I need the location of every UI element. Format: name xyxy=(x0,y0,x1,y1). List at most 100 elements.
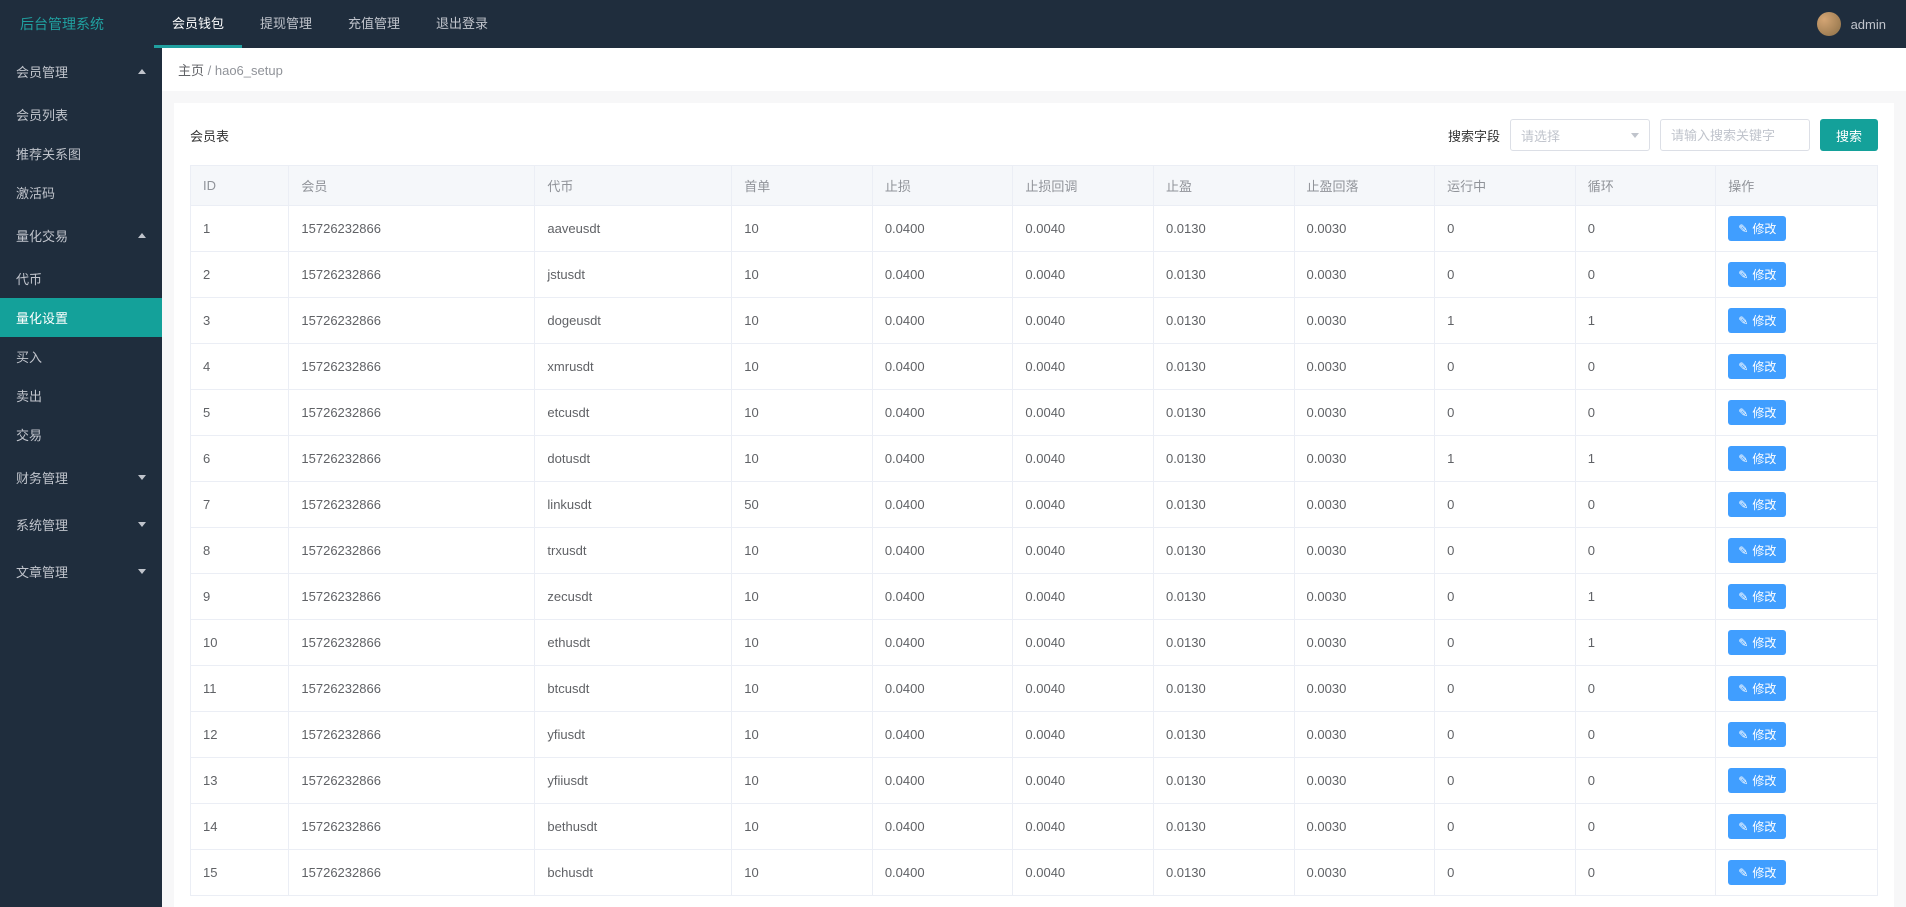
edit-button[interactable]: ✎修改 xyxy=(1728,814,1786,839)
table-row: 715726232866linkusdt500.04000.00400.0130… xyxy=(191,482,1878,528)
cell-profit: 0.0130 xyxy=(1153,850,1294,896)
menu-item-1-0[interactable]: 代币 xyxy=(0,259,162,298)
cell-running: 0 xyxy=(1435,206,1576,252)
topnav-item-3[interactable]: 退出登录 xyxy=(418,0,506,48)
edit-label: 修改 xyxy=(1752,404,1776,421)
edit-label: 修改 xyxy=(1752,864,1776,881)
cell-action: ✎修改 xyxy=(1716,804,1878,850)
edit-button[interactable]: ✎修改 xyxy=(1728,676,1786,701)
search-button[interactable]: 搜索 xyxy=(1820,119,1878,151)
menu-item-1-1[interactable]: 量化设置 xyxy=(0,298,162,337)
col-header-10: 操作 xyxy=(1716,166,1878,206)
cell-first: 10 xyxy=(732,758,873,804)
breadcrumb-home[interactable]: 主页 xyxy=(178,63,204,78)
menu-group-1[interactable]: 量化交易 xyxy=(0,212,162,259)
cell-member: 15726232866 xyxy=(289,344,535,390)
menu-item-1-3[interactable]: 卖出 xyxy=(0,376,162,415)
edit-button[interactable]: ✎修改 xyxy=(1728,768,1786,793)
menu-group-label: 会员管理 xyxy=(16,62,68,81)
cell-stop: 0.0400 xyxy=(872,804,1013,850)
edit-label: 修改 xyxy=(1752,634,1776,651)
search-group: 搜索字段 请选择 搜索 xyxy=(1448,119,1878,151)
cell-stop_cb: 0.0040 xyxy=(1013,206,1154,252)
menu-item-0-0[interactable]: 会员列表 xyxy=(0,95,162,134)
edit-label: 修改 xyxy=(1752,450,1776,467)
edit-label: 修改 xyxy=(1752,680,1776,697)
cell-stop: 0.0400 xyxy=(872,252,1013,298)
edit-button[interactable]: ✎修改 xyxy=(1728,722,1786,747)
cell-id: 8 xyxy=(191,528,289,574)
edit-button[interactable]: ✎ 修改 xyxy=(1728,446,1786,471)
table-row: 415726232866xmrusdt100.04000.00400.01300… xyxy=(191,344,1878,390)
cell-first: 10 xyxy=(732,298,873,344)
topnav: 会员钱包提现管理充值管理退出登录 xyxy=(154,0,506,48)
menu-group-2[interactable]: 财务管理 xyxy=(0,454,162,501)
username[interactable]: admin xyxy=(1851,17,1886,32)
cell-profit: 0.0130 xyxy=(1153,528,1294,574)
cell-running: 0 xyxy=(1435,712,1576,758)
edit-button[interactable]: ✎修改 xyxy=(1728,354,1786,379)
edit-button[interactable]: ✎修改 xyxy=(1728,262,1786,287)
cell-stop_cb: 0.0040 xyxy=(1013,252,1154,298)
cell-action: ✎修改 xyxy=(1716,574,1878,620)
cell-profit_fb: 0.0030 xyxy=(1294,482,1435,528)
cell-profit: 0.0130 xyxy=(1153,390,1294,436)
edit-button[interactable]: ✎修改 xyxy=(1728,492,1786,517)
cell-member: 15726232866 xyxy=(289,620,535,666)
cell-action: ✎修改 xyxy=(1716,712,1878,758)
cell-id: 1 xyxy=(191,206,289,252)
edit-button[interactable]: ✎修改 xyxy=(1728,860,1786,885)
edit-button[interactable]: ✎修改 xyxy=(1728,538,1786,563)
menu-group-label: 量化交易 xyxy=(16,226,68,245)
topnav-item-1[interactable]: 提现管理 xyxy=(242,0,330,48)
chevron-up-icon xyxy=(138,69,146,74)
topnav-item-2[interactable]: 充值管理 xyxy=(330,0,418,48)
cell-token: ethusdt xyxy=(535,620,732,666)
table-row: 215726232866jstusdt100.04000.00400.01300… xyxy=(191,252,1878,298)
cell-profit_fb: 0.0030 xyxy=(1294,344,1435,390)
edit-button[interactable]: ✎修改 xyxy=(1728,584,1786,609)
menu-item-0-2[interactable]: 激活码 xyxy=(0,173,162,212)
cell-token: trxusdt xyxy=(535,528,732,574)
cell-stop: 0.0400 xyxy=(872,574,1013,620)
menu-group-3[interactable]: 系统管理 xyxy=(0,501,162,548)
menu-item-1-2[interactable]: 买入 xyxy=(0,337,162,376)
avatar[interactable] xyxy=(1817,12,1841,36)
search-field-select[interactable]: 请选择 xyxy=(1510,119,1650,151)
edit-button[interactable]: ✎修改 xyxy=(1728,308,1786,333)
cell-id: 10 xyxy=(191,620,289,666)
edit-button[interactable]: ✎修改 xyxy=(1728,216,1786,241)
search-input[interactable] xyxy=(1660,119,1810,151)
cell-stop_cb: 0.0040 xyxy=(1013,712,1154,758)
cell-profit: 0.0130 xyxy=(1153,436,1294,482)
cell-profit_fb: 0.0030 xyxy=(1294,620,1435,666)
table-row: 1515726232866bchusdt100.04000.00400.0130… xyxy=(191,850,1878,896)
cell-profit_fb: 0.0030 xyxy=(1294,390,1435,436)
cell-token: yfiusdt xyxy=(535,712,732,758)
menu-item-1-4[interactable]: 交易 xyxy=(0,415,162,454)
col-header-3: 首单 xyxy=(732,166,873,206)
cell-member: 15726232866 xyxy=(289,574,535,620)
edit-button[interactable]: ✎修改 xyxy=(1728,630,1786,655)
menu-group-4[interactable]: 文章管理 xyxy=(0,548,162,595)
table-row: 1015726232866ethusdt100.04000.00400.0130… xyxy=(191,620,1878,666)
table-row: 315726232866dogeusdt100.04000.00400.0130… xyxy=(191,298,1878,344)
edit-button[interactable]: ✎修改 xyxy=(1728,400,1786,425)
col-header-6: 止盈 xyxy=(1153,166,1294,206)
edit-icon: ✎ xyxy=(1738,544,1748,558)
cell-profit: 0.0130 xyxy=(1153,666,1294,712)
topnav-item-0[interactable]: 会员钱包 xyxy=(154,0,242,48)
cell-profit_fb: 0.0030 xyxy=(1294,574,1435,620)
cell-running: 0 xyxy=(1435,574,1576,620)
edit-icon: ✎ xyxy=(1738,452,1748,466)
cell-stop_cb: 0.0040 xyxy=(1013,758,1154,804)
menu-group-0[interactable]: 会员管理 xyxy=(0,48,162,95)
edit-label: 修改 xyxy=(1752,818,1776,835)
edit-label: 修改 xyxy=(1752,312,1776,329)
cell-profit: 0.0130 xyxy=(1153,344,1294,390)
cell-member: 15726232866 xyxy=(289,850,535,896)
menu-item-0-1[interactable]: 推荐关系图 xyxy=(0,134,162,173)
brand: 后台管理系统 xyxy=(20,14,104,34)
cell-action: ✎修改 xyxy=(1716,344,1878,390)
select-placeholder: 请选择 xyxy=(1521,126,1560,145)
